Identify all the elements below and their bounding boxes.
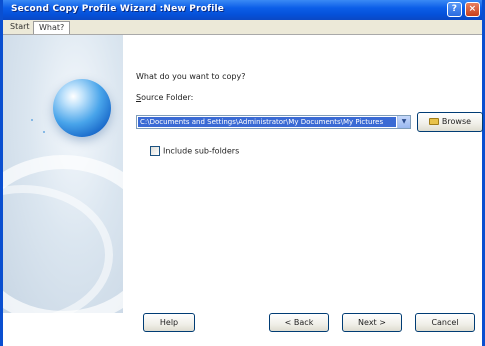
dropdown-arrow-icon[interactable]: ▼ (397, 116, 410, 128)
source-label-text: ource Folder: (141, 93, 194, 102)
cancel-button[interactable]: Cancel (415, 313, 475, 332)
tab-start[interactable]: Start (5, 21, 35, 34)
close-icon: × (468, 4, 477, 14)
browse-button[interactable]: Browse (417, 112, 483, 132)
source-folder-value: C:\Documents and Settings\Administrator\… (138, 117, 396, 127)
sparkle-dot (43, 131, 45, 133)
source-folder-combobox[interactable]: C:\Documents and Settings\Administrator\… (136, 115, 411, 129)
content-area: What do you want to copy? Source Folder:… (3, 34, 483, 346)
window-title: Second Copy Profile Wizard :New Profile (11, 4, 225, 14)
source-folder-label: Source Folder: (136, 93, 193, 102)
include-subfolders-checkbox[interactable] (150, 146, 160, 156)
close-button[interactable]: × (465, 2, 480, 17)
globe-icon (53, 79, 111, 137)
help-icon: ? (451, 4, 458, 14)
help-button[interactable]: Help (143, 313, 195, 332)
next-button[interactable]: Next > (342, 313, 402, 332)
question-label: What do you want to copy? (136, 72, 246, 81)
browse-label: Browse (441, 117, 472, 126)
tab-strip: Start What? (3, 20, 482, 34)
wizard-window: Second Copy Profile Wizard :New Profile … (0, 0, 485, 346)
tab-what[interactable]: What? (33, 21, 71, 34)
help-title-button[interactable]: ? (447, 2, 462, 17)
include-subfolders-label: Include sub-folders (163, 146, 240, 156)
sparkle-dot (31, 119, 33, 121)
button-bar (3, 313, 482, 346)
title-bar[interactable]: Second Copy Profile Wizard :New Profile … (3, 0, 482, 20)
side-panel-art (3, 35, 123, 313)
include-subfolders-option[interactable]: Include sub-folders (150, 146, 239, 156)
folder-icon (428, 117, 439, 125)
back-button[interactable]: < Back (269, 313, 329, 332)
